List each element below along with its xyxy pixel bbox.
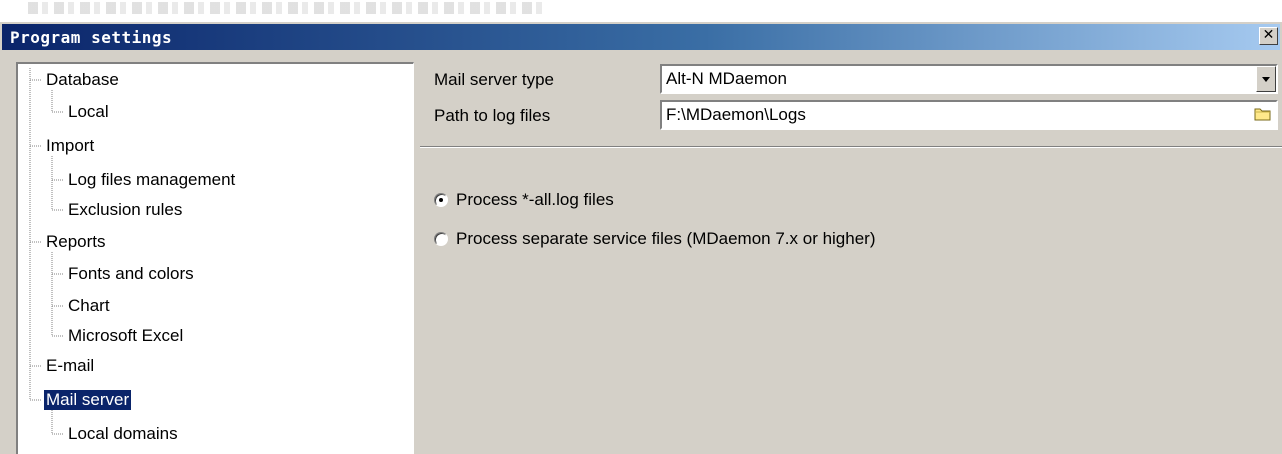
tree-item-reports[interactable]: Reports (44, 232, 108, 252)
radio-button-checked[interactable] (434, 193, 448, 207)
tree-item-local[interactable]: Local (66, 102, 111, 122)
folder-icon[interactable] (1254, 106, 1272, 127)
tree-item-e-mail[interactable]: E-mail (44, 356, 96, 376)
tree-item-mail-server[interactable]: Mail server (44, 390, 132, 410)
program-settings-dialog: Program settings ✕ Database Local Import… (0, 22, 1282, 454)
mail-server-type-label: Mail server type (434, 70, 554, 89)
section-divider (420, 146, 1282, 148)
mail-server-settings: Mail server type Alt-N MDaemon Path to l… (420, 60, 1282, 454)
log-path-value: F:\MDaemon\Logs (666, 105, 806, 124)
tree-item-local-domains[interactable]: Local domains (66, 424, 180, 444)
title-bar[interactable]: Program settings ✕ (2, 24, 1280, 50)
close-icon: ✕ (1262, 27, 1275, 43)
tree-item-database[interactable]: Database (44, 70, 121, 90)
settings-tree[interactable]: Database Local Import Log files manageme… (16, 62, 414, 454)
radio-process-all-log-label[interactable]: Process *-all.log files (456, 190, 614, 210)
chevron-down-icon (1262, 77, 1270, 82)
tree-item-log-files-management[interactable]: Log files management (66, 170, 237, 190)
tree-item-fonts-and-colors[interactable]: Fonts and colors (66, 264, 196, 284)
close-button[interactable]: ✕ (1259, 27, 1278, 45)
log-path-label: Path to log files (434, 106, 551, 125)
tree-item-import[interactable]: Import (44, 136, 96, 156)
mail-server-type-value: Alt-N MDaemon (666, 69, 787, 88)
tree-item-microsoft-excel[interactable]: Microsoft Excel (66, 326, 185, 346)
background-strip (0, 0, 1282, 22)
mail-server-type-select[interactable]: Alt-N MDaemon (660, 64, 1278, 94)
mail-server-type-dropdown-button[interactable] (1256, 66, 1276, 92)
window-title: Program settings (10, 28, 173, 47)
radio-button-unchecked[interactable] (434, 232, 448, 246)
radio-dot (439, 198, 443, 202)
radio-process-separate-files-label[interactable]: Process separate service files (MDaemon … (456, 229, 876, 249)
tree-item-exclusion-rules[interactable]: Exclusion rules (66, 200, 184, 220)
log-path-input[interactable]: F:\MDaemon\Logs (660, 100, 1278, 130)
tree-item-chart[interactable]: Chart (66, 296, 112, 316)
background-text-fragment (28, 2, 548, 14)
